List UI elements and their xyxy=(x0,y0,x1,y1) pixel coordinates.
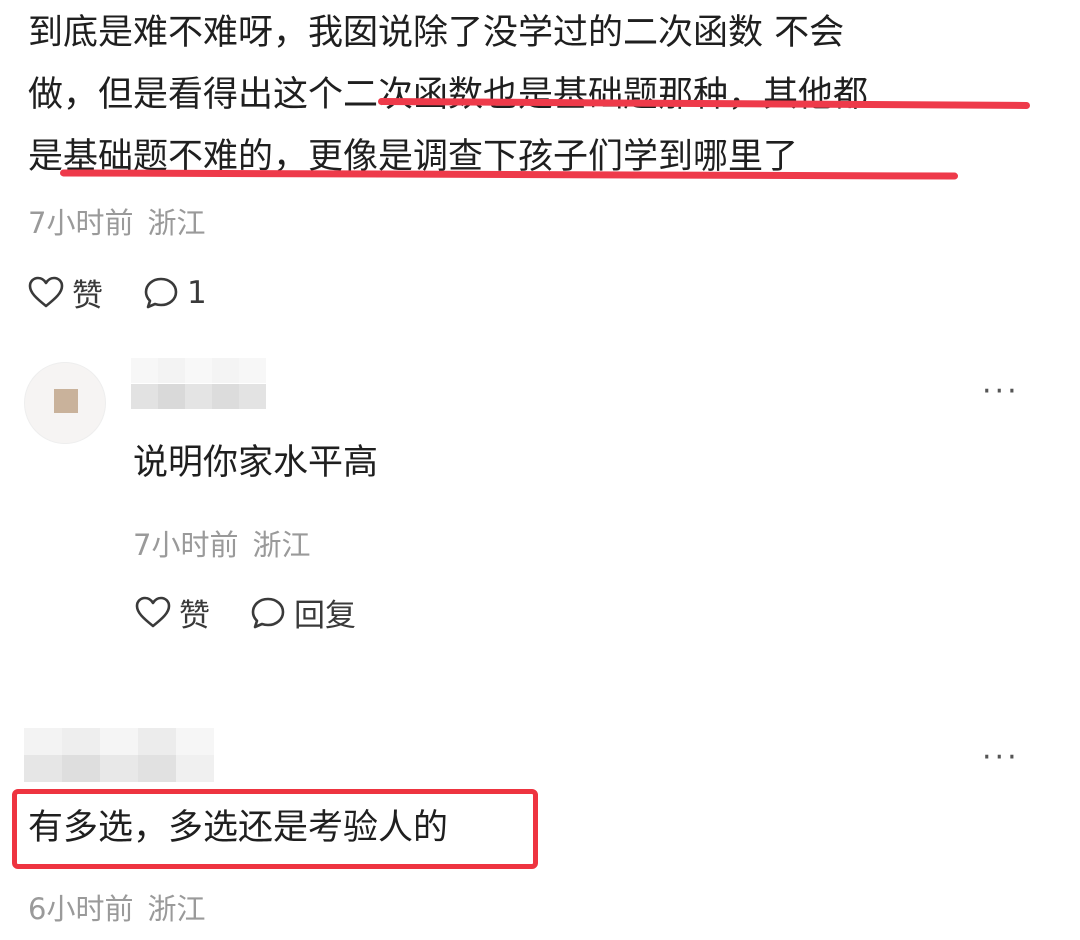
comment2-username-blurred[interactable] xyxy=(24,728,214,782)
comment-reply-count: 1 xyxy=(187,274,207,311)
reply-actions: 赞 回复 xyxy=(133,590,356,635)
reply-meta: 7小时前 浙江 xyxy=(133,522,310,564)
avatar-image xyxy=(54,389,78,413)
reply-body: 说明你家水平高 xyxy=(133,443,379,483)
comment2-location: 浙江 xyxy=(147,892,206,926)
reply-location: 浙江 xyxy=(252,528,311,562)
comment2-more-button[interactable]: ··· xyxy=(982,740,1020,775)
reply-more-button[interactable]: ··· xyxy=(982,374,1020,409)
comment-location: 浙江 xyxy=(147,206,206,240)
avatar[interactable] xyxy=(24,362,106,444)
comment2-meta: 6小时前 浙江 xyxy=(28,886,205,928)
comment2-time: 6小时前 xyxy=(28,892,134,926)
reply-like-label: 赞 xyxy=(179,598,210,634)
comment-meta: 7小时前 浙江 xyxy=(28,200,205,242)
comment-body: 到底是难不难呀，我囡说除了没学过的二次函数 不会 做，但是看得出这个二次函数也是… xyxy=(28,2,1038,188)
speech-bubble-icon xyxy=(248,593,288,633)
speech-bubble-icon xyxy=(141,273,181,313)
reply-reply-label: 回复 xyxy=(294,598,356,634)
annotation-highlight-box xyxy=(12,789,538,869)
comment-line-2: 做，但是看得出这个二次函数也是基础题那种，其他都 xyxy=(28,75,869,115)
heart-icon xyxy=(26,273,66,313)
comment-time: 7小时前 xyxy=(28,206,134,240)
comment-actions: 赞 1 xyxy=(26,270,207,315)
comment-line-1: 到底是难不难呀，我囡说除了没学过的二次函数 不会 xyxy=(28,13,845,53)
reply-username-blurred[interactable] xyxy=(131,358,266,410)
heart-icon xyxy=(133,593,173,633)
comment-like-label: 赞 xyxy=(72,278,103,314)
comment-like-button[interactable]: 赞 xyxy=(26,270,103,315)
comment-reply-button[interactable]: 1 xyxy=(141,273,207,313)
reply-time: 7小时前 xyxy=(133,528,239,562)
reply-reply-button[interactable]: 回复 xyxy=(248,590,356,635)
reply-like-button[interactable]: 赞 xyxy=(133,590,210,635)
